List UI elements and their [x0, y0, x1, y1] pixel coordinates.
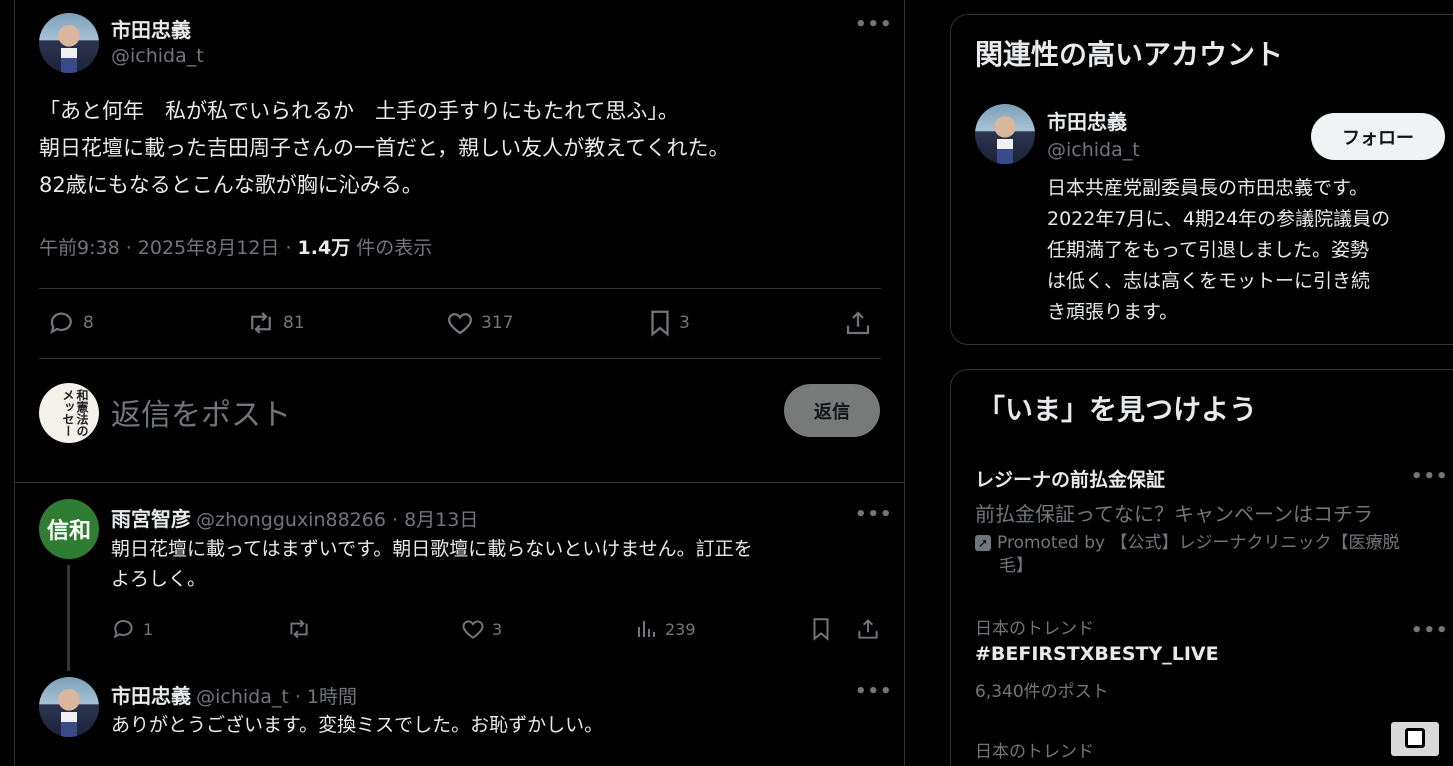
repost-action[interactable]: 81 [245, 308, 305, 338]
reply-text: 朝日花壇に載ってはまずいです。朝日歌壇に載らないといけません。訂正を よろしく。 [111, 534, 891, 594]
views-count: 239 [665, 619, 696, 639]
follow-button[interactable]: フォロー [1311, 113, 1445, 160]
repost-icon [290, 619, 308, 639]
more-icon[interactable]: ••• [855, 504, 893, 525]
reply-action[interactable]: 8 [47, 308, 94, 338]
relevant-accounts-card: 関連性の高いアカウント 市田忠義 @ichida_t フォロー 日本共産党副委員… [950, 14, 1453, 345]
reply-author-name[interactable]: 雨宮智彦 [111, 507, 191, 531]
reply-line: 朝日花壇に載ってはまずいです。朝日歌壇に載らないといけません。訂正を [111, 538, 753, 560]
divider [15, 482, 905, 483]
bio-line: 任期満了をもって引退しました。姿勢 [1047, 239, 1370, 261]
reply-line: ありがとうございます。変換ミスでした。お恥ずかしい。 [111, 714, 604, 736]
author-name[interactable]: 市田忠義 [111, 14, 191, 43]
trend-category: 日本のトレンド [975, 742, 1094, 762]
tweet-time[interactable]: 午前9:38 · 2025年8月12日 · [39, 237, 298, 259]
like-icon [447, 313, 473, 335]
relevant-accounts-title: 関連性の高いアカウント [975, 38, 1284, 71]
reply-input[interactable]: 返信をポスト [111, 390, 291, 434]
bookmark-action[interactable]: 3 [647, 308, 690, 338]
account-name[interactable]: 市田忠義 [1047, 106, 1127, 135]
discover-title: 「いま」を見つけよう [977, 393, 1258, 426]
account-avatar[interactable] [975, 104, 1035, 164]
divider [39, 288, 881, 289]
more-icon[interactable]: ••• [855, 681, 893, 702]
tweet-line: 「あと何年 私が私でいられるか 土手の手すりにもたれて思ふ」。 [39, 99, 679, 123]
reply-avatar-text: 信和 [46, 519, 91, 544]
tweet-line: 82歳にもなるとこんな歌が胸に沁みる。 [39, 173, 423, 197]
account-handle[interactable]: @ichida_t [1047, 139, 1140, 161]
promoted-title[interactable]: レジーナの前払金保証 [975, 465, 1165, 492]
reply-meta[interactable]: @ichida_t · 1時間 [196, 686, 357, 708]
like-action[interactable]: 317 [445, 308, 513, 338]
share-icon [858, 618, 878, 639]
author-handle[interactable]: @ichida_t [111, 45, 204, 67]
trend-posts: 6,340件のポスト [975, 682, 1109, 702]
like-action[interactable]: 3 [460, 616, 502, 642]
reply-author-name[interactable]: 市田忠義 [111, 684, 191, 708]
bookmark-icon [813, 618, 829, 641]
trend-title[interactable]: #BEFIRSTXBESTY_LIVE [975, 643, 1219, 665]
reply-header: 雨宮智彦 @zhongguxin88266 · 8月13日 [111, 503, 478, 532]
discover-card: 「いま」を見つけよう レジーナの前払金保証 ••• 前払金保証ってなに？キャンペ… [950, 369, 1453, 766]
account-bio: 日本共産党副委員長の市田忠義です。 2022年7月に、4期24年の参議院議員の … [1047, 173, 1447, 328]
bio-line: き頑張ります。 [1047, 301, 1179, 323]
bio-line: 日本共産党副委員長の市田忠義です。 [1047, 177, 1369, 199]
repost-count: 81 [283, 313, 305, 333]
repost-action[interactable] [285, 616, 313, 642]
tweet-line: 朝日花壇に載った吉田周子さんの一首だと，親しい友人が教えてくれた。 [39, 136, 730, 160]
thread-line [67, 565, 70, 671]
repost-icon [251, 312, 271, 334]
promoted-icon: ➚ [975, 535, 991, 551]
share-icon [846, 311, 870, 335]
reply-icon [113, 620, 133, 639]
more-icon[interactable]: ••• [855, 14, 893, 35]
bio-line: は低く、志は高くをモットーに引き続 [1047, 270, 1371, 292]
reply-button[interactable]: 返信 [784, 384, 880, 437]
composer-avatar-text: 和憲法のメッセー [61, 389, 89, 437]
divider [39, 358, 881, 359]
more-icon[interactable]: ••• [1411, 466, 1449, 487]
views-label: 件の表示 [350, 237, 433, 259]
more-icon[interactable]: ••• [1411, 620, 1449, 641]
bio-line: 2022年7月に、4期24年の参議院議員の [1047, 208, 1391, 230]
views-action[interactable]: 239 [635, 616, 696, 642]
promoted-by-line: 毛】 [999, 556, 1033, 576]
like-count: 3 [492, 619, 503, 639]
author-avatar[interactable] [39, 13, 99, 73]
views-count: 1.4万 [297, 237, 351, 259]
share-action[interactable] [843, 308, 873, 338]
bookmark-icon [651, 310, 669, 337]
tweet-meta: 午前9:38 · 2025年8月12日 · 1.4万 件の表示 [39, 233, 432, 260]
views-icon [638, 621, 655, 637]
share-action[interactable] [855, 616, 881, 642]
reply-text: ありがとうございます。変換ミスでした。お恥ずかしい。 [111, 710, 891, 740]
reply-count: 8 [83, 313, 94, 333]
promoted-by-line: Promoted by 【公式】レジーナクリニック【医療脱 [997, 533, 1400, 553]
reply-count: 1 [143, 619, 154, 639]
reply-avatar[interactable]: 信和 [39, 499, 99, 559]
reply-action[interactable]: 1 [111, 616, 153, 642]
bookmark-action[interactable] [810, 616, 832, 642]
composer-avatar[interactable]: 和憲法のメッセー [39, 383, 99, 443]
reply-avatar[interactable] [39, 677, 99, 737]
promoted-desc[interactable]: 前払金保証ってなに？キャンペーンはコチラ [975, 498, 1373, 527]
overlay-widget-icon[interactable] [1391, 722, 1439, 756]
main-column: 市田忠義 @ichida_t ••• 「あと何年 私が私でいられるか 土手の手す… [14, 0, 905, 766]
like-icon [462, 620, 484, 639]
like-count: 317 [481, 313, 514, 333]
reply-header: 市田忠義 @ichida_t · 1時間 [111, 680, 357, 709]
trend-category: 日本のトレンド [975, 619, 1094, 639]
reply-meta[interactable]: @zhongguxin88266 · 8月13日 [196, 509, 478, 531]
reply-icon [50, 312, 72, 334]
reply-line: よろしく。 [111, 568, 207, 590]
tweet-text: 「あと何年 私が私でいられるか 土手の手すりにもたれて思ふ」。 朝日花壇に載った… [39, 93, 889, 204]
bookmark-count: 3 [679, 313, 690, 333]
promoted-by[interactable]: ➚ Promoted by 【公式】レジーナクリニック【医療脱 毛】 [975, 532, 1400, 578]
